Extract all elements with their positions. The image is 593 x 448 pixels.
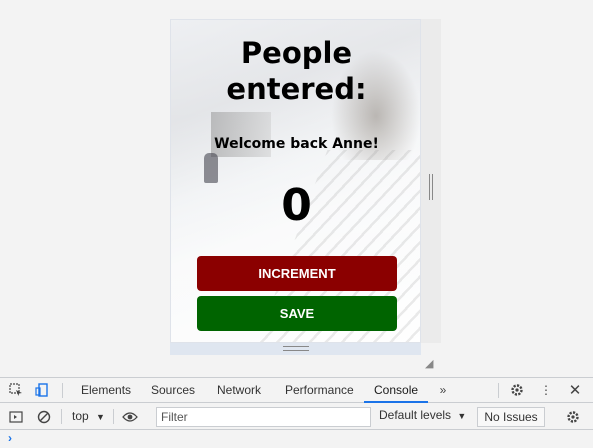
separator	[498, 383, 499, 398]
context-selector[interactable]: top ▼	[72, 409, 105, 423]
page-title: People entered:	[226, 36, 367, 106]
welcome-message: Welcome back Anne!	[214, 136, 379, 152]
show-sidebar-icon[interactable]	[8, 409, 24, 425]
log-levels-dropdown[interactable]: Default levels ▼	[379, 408, 466, 422]
increment-button[interactable]: INCREMENT	[197, 256, 397, 291]
context-value: top	[72, 409, 89, 423]
more-options-icon[interactable]: ⋮	[538, 382, 554, 398]
separator	[113, 409, 114, 424]
corner-resize-icon[interactable]: ◢	[425, 358, 437, 370]
settings-gear-icon[interactable]	[509, 382, 525, 398]
console-settings-gear-icon[interactable]	[565, 409, 581, 425]
dropdown-arrow-icon: ▼	[457, 411, 467, 421]
people-count: 0	[281, 180, 312, 231]
log-levels-label: Default levels	[379, 408, 452, 422]
more-tabs-icon[interactable]: »	[435, 382, 451, 398]
device-frame: People entered: Welcome back Anne! 0 INC…	[170, 19, 421, 343]
clear-console-icon[interactable]	[36, 409, 52, 425]
tab-performance[interactable]: Performance	[283, 378, 356, 403]
issues-button[interactable]: No Issues	[477, 407, 545, 427]
grip-icon	[283, 346, 309, 351]
tab-console[interactable]: Console	[364, 378, 429, 403]
tab-elements[interactable]: Elements	[79, 378, 133, 403]
tab-sources[interactable]: Sources	[149, 378, 197, 403]
separator	[62, 383, 63, 398]
grip-icon	[429, 174, 433, 200]
console-prompt[interactable]: ›	[8, 431, 12, 445]
filter-input[interactable]	[156, 407, 371, 427]
height-resize-handle[interactable]	[170, 343, 421, 355]
devtools-panel: Elements Sources Network Performance Con…	[0, 377, 593, 448]
dropdown-arrow-icon: ▼	[96, 412, 105, 422]
separator	[61, 409, 62, 424]
width-resize-handle[interactable]	[421, 19, 441, 343]
console-toolbar: top ▼ Default levels ▼ No Issues	[0, 404, 593, 430]
emulated-viewport: People entered: Welcome back Anne! 0 INC…	[0, 0, 593, 377]
close-icon[interactable]: ✕	[567, 382, 583, 399]
devtools-tabbar: Elements Sources Network Performance Con…	[0, 378, 593, 403]
device-toolbar-icon[interactable]	[34, 382, 50, 398]
tab-network[interactable]: Network	[215, 378, 263, 403]
save-button[interactable]: SAVE	[197, 296, 397, 331]
inspect-element-icon[interactable]	[8, 382, 24, 398]
live-expression-eye-icon[interactable]	[122, 409, 138, 425]
